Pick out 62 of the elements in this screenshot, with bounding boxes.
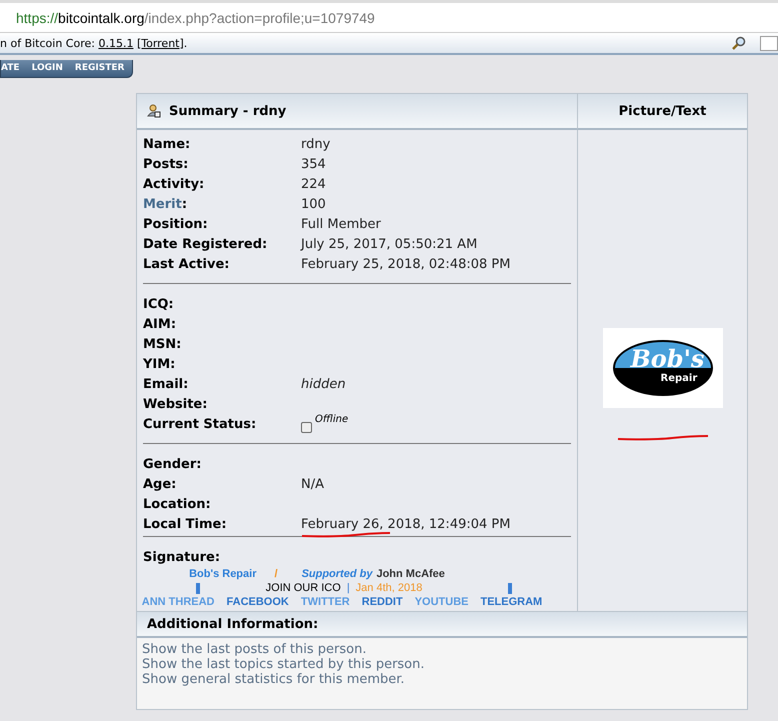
field-label: YIM:	[143, 356, 176, 372]
signature-text: John McAfee	[376, 568, 445, 580]
menu-tab[interactable]: ATE	[1, 63, 20, 73]
field-value: 224	[301, 176, 326, 192]
signature-link[interactable]: FACEBOOK	[226, 596, 289, 608]
status-text: Offline	[315, 414, 348, 425]
news-text: n of Bitcoin Core: 0.15.1 [Torrent].	[0, 36, 188, 50]
picture-header: Picture/Text	[577, 94, 747, 130]
field-label: AIM:	[143, 316, 178, 332]
address-bar[interactable]: https://bitcointalk.org/index.php?action=profile;u=1079749	[0, 0, 778, 33]
field-label: Website:	[143, 396, 208, 412]
field-value: rdny	[301, 136, 330, 152]
signature-text: /	[274, 568, 278, 580]
logo-text: Bob's	[630, 344, 704, 373]
field-label: ICQ:	[143, 296, 175, 312]
field-label: Current Status:	[143, 416, 258, 432]
signature-link[interactable]: REDDIT	[362, 596, 403, 608]
signature-text: |	[346, 582, 350, 594]
signature-text: Jan 4th, 2018	[356, 582, 422, 594]
menu-tab[interactable]: REGISTER	[74, 63, 124, 73]
signature-link[interactable]: TWITTER	[300, 596, 350, 608]
field-label: Signature:	[143, 550, 222, 564]
field-label: Email:	[143, 376, 190, 392]
signature-link[interactable]: YOUTUBE	[414, 596, 468, 608]
field-label: Posts:	[143, 156, 190, 172]
field-label: Name:	[143, 136, 192, 152]
field-label: Age:	[143, 476, 178, 492]
profile-link[interactable]: Show general statistics for this member.	[142, 672, 405, 687]
field-label: Activity:	[143, 176, 206, 192]
signature-bar-icon	[196, 582, 200, 594]
user-icon	[147, 104, 161, 118]
field-label: MSN:	[143, 336, 182, 352]
field-value: hidden	[301, 376, 346, 392]
field-label: Local Time:	[143, 516, 228, 532]
field-label: Last Active:	[143, 256, 230, 272]
field-label: Gender:	[143, 456, 202, 472]
field-label: Merit:	[143, 196, 188, 212]
field-value: 354	[301, 156, 326, 172]
logo-subtext: Repair	[660, 373, 698, 384]
search-icon[interactable]	[732, 36, 746, 50]
field-label: Date Registered:	[143, 236, 268, 252]
signature-link[interactable]: ANN THREAD	[142, 596, 215, 608]
signature-text: Supported by	[302, 568, 372, 580]
field-value: N/A	[301, 476, 324, 492]
signature-text: Bob's Repair	[189, 568, 256, 580]
summary-title: Summary - rdny	[169, 104, 286, 118]
field-value: 100	[301, 196, 326, 212]
field-label: Position:	[143, 216, 209, 232]
profile-link[interactable]: Show the last posts of this person.	[142, 642, 366, 657]
signature-text: JOIN OUR ICO	[266, 582, 341, 594]
additional-header: Additional Information:	[137, 612, 747, 638]
field-value: July 25, 2017, 05:50:21 AM	[301, 236, 478, 252]
field-value: February 26, 2018, 12:49:04 PM	[301, 516, 510, 532]
field-value: February 25, 2018, 02:48:08 PM	[301, 256, 510, 272]
signature-link[interactable]: TELEGRAM	[480, 596, 542, 608]
signature-bar-icon	[508, 582, 512, 594]
menu-tab[interactable]: LOGIN	[32, 63, 63, 73]
search-field[interactable]	[760, 36, 778, 50]
profile-link[interactable]: Show the last topics started by this person.	[142, 657, 425, 672]
field-value: Full Member	[301, 216, 381, 232]
field-label: Location:	[143, 496, 212, 512]
status-checkbox-icon	[301, 422, 312, 432]
